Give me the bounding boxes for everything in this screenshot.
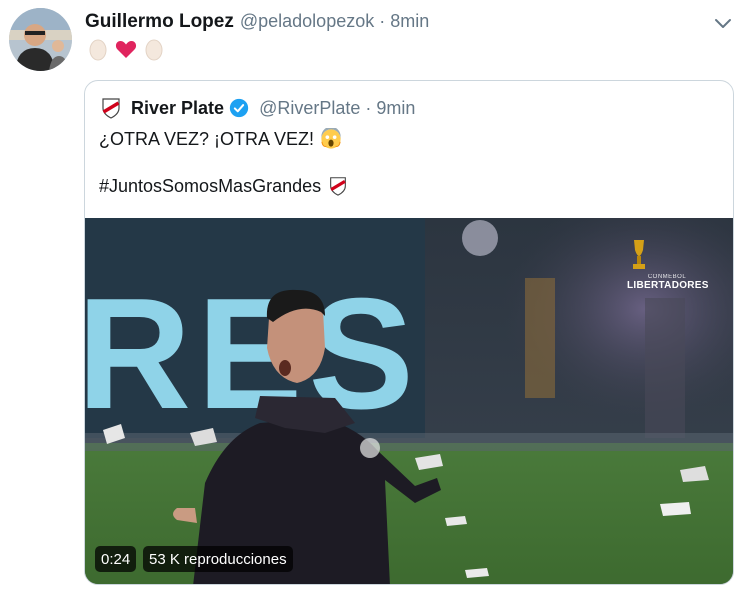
separator-dot: ·	[365, 97, 372, 118]
screaming-face-icon	[321, 128, 341, 149]
video-duration-badge: 0:24	[95, 546, 137, 572]
quoted-author-name[interactable]: River Plate	[131, 98, 224, 119]
chevron-down-icon[interactable]	[712, 12, 734, 34]
egg-icon	[145, 39, 163, 61]
quoted-author-handle[interactable]: @RiverPlate	[259, 98, 360, 119]
quoted-tweet-time[interactable]: 9min	[376, 98, 415, 119]
author-name[interactable]: Guillermo Lopez	[85, 11, 234, 33]
libertadores-logo-small-text: CONMEBOL	[647, 274, 687, 280]
separator-dot: ·	[379, 11, 386, 31]
quoted-hashtag-line: #JuntosSomosMasGrandes	[99, 175, 349, 197]
river-plate-shield-icon	[330, 177, 346, 196]
svg-text:RES: RES	[85, 266, 420, 442]
river-plate-logo-icon[interactable]	[99, 96, 123, 120]
libertadores-logo: CONMEBOL LIBERTADORES	[627, 238, 709, 291]
quoted-text-line: ¿OTRA VEZ? ¡OTRA VEZ!	[99, 128, 342, 150]
libertadores-logo-big-text: LIBERTADORES	[627, 280, 709, 291]
quoted-text: ¿OTRA VEZ? ¡OTRA VEZ!	[99, 128, 315, 149]
tweet-header: Guillermo Lopez @peladolopezok · 8min	[85, 11, 429, 35]
video-player[interactable]: RES CONMEBOL LIBERTADORES 0:24 53 K repr…	[85, 218, 733, 584]
hashtag-link[interactable]: #JuntosSomosMasGrandes	[99, 176, 321, 197]
quoted-tweet-header: River Plate @RiverPlate · 9min	[99, 95, 415, 121]
video-views-badge: 53 K reproducciones	[143, 546, 293, 572]
egg-icon	[89, 39, 107, 61]
quoted-tweet[interactable]: River Plate @RiverPlate · 9min ¿OTRA VEZ…	[84, 80, 734, 585]
heart-icon	[115, 41, 137, 58]
verified-badge-icon	[229, 98, 249, 118]
tweet-time[interactable]: 8min	[390, 11, 429, 32]
tweet-text	[86, 37, 166, 61]
avatar-image	[9, 8, 72, 71]
author-avatar[interactable]	[9, 8, 72, 71]
author-handle[interactable]: @peladolopezok	[240, 11, 374, 32]
tweet[interactable]: Guillermo Lopez @peladolopezok · 8min Ri…	[0, 0, 750, 597]
trophy-icon	[633, 240, 645, 269]
